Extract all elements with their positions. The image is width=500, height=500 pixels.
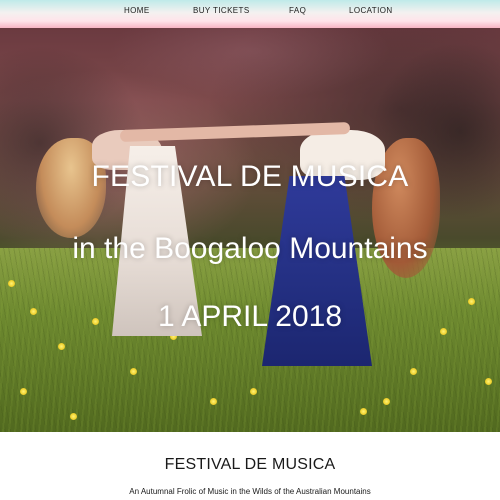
dandelion-flower — [8, 280, 15, 287]
nav-link-faq[interactable]: FAQ — [289, 6, 306, 15]
section-title: FESTIVAL DE MUSICA — [164, 456, 336, 473]
navbar: HOME BUY TICKETS FAQ LOCATION — [0, 0, 500, 28]
dandelion-flower — [383, 398, 390, 405]
nav-link-buy-tickets[interactable]: BUY TICKETS — [193, 6, 250, 15]
dandelion-flower — [70, 413, 77, 420]
hero-subtitle: in the Boogaloo Mountains — [72, 232, 428, 265]
section-tagline: An Autumnal Frolic of Music in the Wilds… — [129, 487, 371, 496]
hero-background-meadow — [0, 248, 500, 432]
nav-link-home[interactable]: HOME — [124, 6, 150, 15]
dandelion-flower — [210, 398, 217, 405]
dandelion-flower — [58, 343, 65, 350]
hero-title: FESTIVAL DE MUSICA — [91, 160, 409, 193]
dandelion-flower — [410, 368, 417, 375]
dandelion-flower — [250, 388, 257, 395]
dandelion-flower — [130, 368, 137, 375]
hero-banner: FESTIVAL DE MUSICA in the Boogaloo Mount… — [0, 28, 500, 432]
dandelion-flower — [360, 408, 367, 415]
dandelion-flower — [20, 388, 27, 395]
nav-link-location[interactable]: LOCATION — [349, 6, 393, 15]
hero-date: 1 APRIL 2018 — [157, 300, 343, 333]
dandelion-flower — [485, 378, 492, 385]
